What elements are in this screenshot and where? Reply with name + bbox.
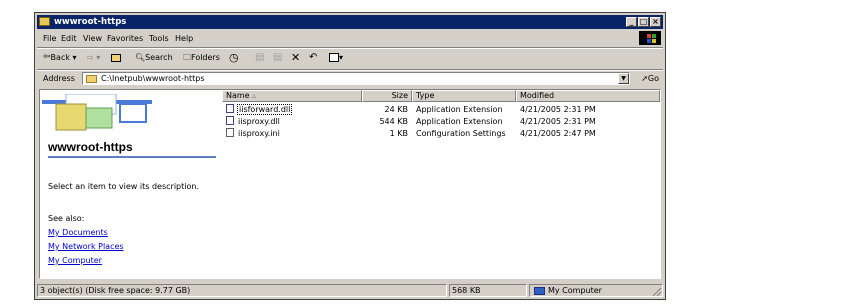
web-view-pane: wwwroot-https Select an item to view its… (40, 90, 218, 278)
status-location: My Computer (529, 284, 663, 297)
folder-banner-icon (42, 94, 152, 131)
description-text: Select an item to view its description. (48, 182, 199, 191)
up-folder-icon (111, 53, 121, 62)
folder-icon (86, 75, 97, 83)
title-divider (48, 156, 216, 158)
maximize-button[interactable]: □ (638, 17, 649, 27)
views-button[interactable]: ▾ (329, 51, 343, 64)
move-to-icon: ▤ (255, 52, 265, 63)
minimize-button[interactable]: _ (626, 17, 637, 27)
back-button[interactable]: ⇦Back ▾ (43, 51, 77, 64)
file-type: Application Extension (416, 117, 503, 126)
up-folder-button[interactable] (111, 51, 121, 64)
history-icon: ◷ (229, 51, 239, 64)
folders-button[interactable]: 🗀Folders (183, 51, 220, 64)
address-bar: Address C:\Inetpub\wwwroot-https ▼ ➚Go (37, 71, 663, 87)
file-row[interactable]: iisforward.dll 24 KB Application Extensi… (222, 104, 660, 115)
file-size: 1 KB (389, 129, 408, 138)
address-input[interactable]: C:\Inetpub\wwwroot-https ▼ (82, 72, 630, 85)
menu-favorites[interactable]: Favorites (107, 32, 143, 45)
dll-file-icon (226, 104, 234, 113)
file-row[interactable]: iisproxy.ini 1 KB Configuration Settings… (222, 128, 660, 139)
address-value: C:\Inetpub\wwwroot-https (101, 74, 205, 83)
forward-button[interactable]: ⇨ ▾ (87, 51, 100, 64)
file-modified: 4/21/2005 2:31 PM (520, 117, 596, 126)
search-button[interactable]: 🔍︎Search (135, 51, 173, 64)
menu-bar: File Edit View Favorites Tools Help (37, 31, 663, 45)
file-type: Application Extension (416, 105, 503, 114)
status-objects: 3 object(s) (Disk free space: 9.77 GB) (37, 284, 447, 297)
go-button[interactable]: ➚Go (641, 73, 659, 85)
file-size: 24 KB (384, 105, 408, 114)
ini-file-icon (226, 128, 234, 137)
menu-edit[interactable]: Edit (61, 32, 77, 45)
column-header-modified[interactable]: Modified (516, 90, 660, 102)
undo-button[interactable]: ↶ (309, 51, 317, 64)
delete-icon: ✕ (291, 51, 301, 64)
content-area: wwwroot-https Select an item to view its… (39, 89, 661, 279)
folder-icon (39, 17, 50, 26)
file-modified: 4/21/2005 2:47 PM (520, 129, 596, 138)
file-name: iisproxy.dll (238, 117, 280, 126)
toolbar: ⇦Back ▾ ⇨ ▾ 🔍︎Search 🗀Folders ◷ ▤ ▤ ✕ ↶ … (37, 49, 663, 67)
views-icon (329, 53, 339, 62)
go-arrow-icon: ➚ (641, 74, 648, 83)
column-header-name[interactable]: Name ▵ (222, 90, 362, 102)
column-header-size[interactable]: Size (362, 90, 412, 102)
folders-label: Folders (191, 53, 220, 62)
dll-file-icon (226, 116, 234, 125)
status-bar: 3 object(s) (Disk free space: 9.77 GB) 5… (37, 283, 663, 298)
link-my-documents[interactable]: My Documents (48, 228, 108, 237)
back-arrow-icon: ⇦ (43, 52, 51, 62)
file-row[interactable]: iisproxy.dll 544 KB Application Extensio… (222, 116, 660, 127)
resize-grip-icon[interactable] (651, 286, 662, 297)
window-title: wwwroot-https (54, 17, 127, 27)
menu-view[interactable]: View (83, 32, 102, 45)
close-button[interactable]: × (650, 17, 661, 27)
column-header-type[interactable]: Type (412, 90, 516, 102)
menu-file[interactable]: File (43, 32, 56, 45)
column-name-label: Name (226, 91, 250, 100)
undo-icon: ↶ (309, 52, 318, 63)
folder-title: wwwroot-https (48, 140, 133, 154)
my-computer-icon (534, 286, 545, 295)
explorer-window: wwwroot-https _ □ × File Edit View Favor… (34, 12, 666, 300)
link-my-computer[interactable]: My Computer (48, 256, 102, 265)
menu-tools[interactable]: Tools (149, 32, 169, 45)
link-my-network-places[interactable]: My Network Places (48, 242, 124, 251)
file-name: iisproxy.ini (238, 129, 280, 138)
address-label: Address (43, 74, 75, 83)
file-list: Name ▵ Size Type Modified iisforward.dll… (222, 90, 660, 278)
windows-logo-icon (639, 31, 661, 45)
file-size: 544 KB (379, 117, 408, 126)
see-also-label: See also: (48, 214, 85, 223)
status-location-label: My Computer (548, 286, 602, 295)
title-bar[interactable]: wwwroot-https _ □ × (37, 15, 663, 29)
status-size: 568 KB (449, 284, 527, 297)
move-to-button[interactable]: ▤ (255, 51, 264, 64)
copy-to-icon: ▤ (273, 52, 283, 63)
file-name: iisforward.dll (237, 104, 293, 115)
folders-icon: 🗀 (183, 53, 191, 62)
back-label: Back (50, 53, 70, 62)
search-icon: 🔍︎ (135, 53, 146, 62)
file-type: Configuration Settings (416, 129, 506, 138)
history-button[interactable]: ◷ (229, 51, 239, 64)
address-dropdown-button[interactable]: ▼ (618, 73, 629, 84)
sort-ascending-icon: ▵ (252, 91, 257, 100)
go-label: Go (647, 74, 659, 83)
copy-to-button[interactable]: ▤ (273, 51, 282, 64)
delete-button[interactable]: ✕ (291, 51, 300, 64)
file-modified: 4/21/2005 2:31 PM (520, 105, 596, 114)
menu-help[interactable]: Help (175, 32, 193, 45)
search-label: Search (145, 53, 173, 62)
